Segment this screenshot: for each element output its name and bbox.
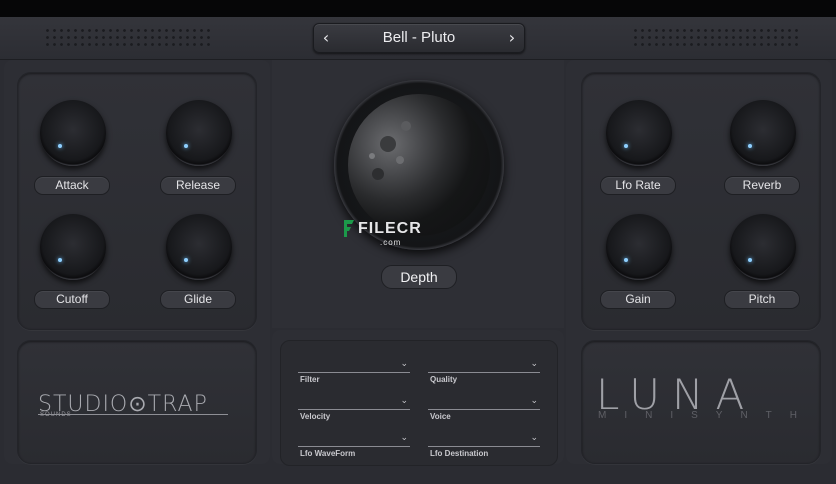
lfo-waveform-dropdown[interactable]: ⌄ Lfo WaveForm	[298, 427, 410, 458]
studio-trap-logo-sub: SOUNDS	[40, 412, 72, 418]
filter-label: Filter	[300, 375, 320, 384]
pitch-label: Pitch	[724, 290, 800, 309]
cutoff-label: Cutoff	[34, 290, 110, 309]
voice-label: Voice	[430, 412, 451, 421]
gain-control: Gain	[600, 214, 680, 309]
knob-indicator	[624, 258, 628, 262]
moon-crater-texture	[369, 121, 411, 180]
reverb-knob[interactable]	[730, 100, 796, 166]
attack-knob[interactable]	[40, 100, 106, 166]
voice-dropdown[interactable]: ⌄ Voice	[428, 390, 540, 421]
reverb-control: Reverb	[724, 100, 804, 195]
dropdown-underline	[298, 409, 410, 410]
release-control: Release	[160, 100, 240, 195]
attack-control: Attack	[34, 100, 114, 195]
chevron-down-icon: ⌄	[400, 396, 408, 406]
attack-label: Attack	[34, 176, 110, 195]
preset-name[interactable]: Bell - Pluto	[344, 24, 494, 52]
release-label: Release	[160, 176, 236, 195]
luna-minisynth-window: ‹ Bell - Pluto › Attack Release Cutoff G…	[0, 0, 836, 484]
preset-selector: ‹ Bell - Pluto ›	[313, 23, 525, 53]
knob-indicator	[748, 258, 752, 262]
cutoff-knob[interactable]	[40, 214, 106, 280]
watermark: FILECR .com	[358, 220, 422, 256]
lfo-destination-label: Lfo Destination	[430, 449, 489, 458]
watermark-sub: .com	[380, 238, 402, 247]
chevron-down-icon: ⌄	[530, 396, 538, 406]
filter-dropdown[interactable]: ⌄ Filter	[298, 353, 410, 384]
moon-image	[348, 94, 490, 236]
glide-control: Glide	[160, 214, 240, 309]
lfo-destination-dropdown[interactable]: ⌄ Lfo Destination	[428, 427, 540, 458]
lfo-rate-label: Lfo Rate	[600, 176, 676, 195]
knob-indicator	[624, 144, 628, 148]
depth-label: Depth	[381, 265, 457, 289]
lfo-waveform-label: Lfo WaveForm	[300, 449, 356, 458]
velocity-label: Velocity	[300, 412, 331, 421]
release-knob[interactable]	[166, 100, 232, 166]
gain-knob[interactable]	[606, 214, 672, 280]
filecr-logo-icon	[344, 220, 354, 237]
cutoff-control: Cutoff	[34, 214, 114, 309]
knob-indicator	[58, 258, 62, 262]
speaker-grille-left	[44, 27, 214, 49]
chevron-down-icon: ⌄	[530, 433, 538, 443]
quality-dropdown[interactable]: ⌄ Quality	[428, 353, 540, 384]
knob-indicator	[58, 144, 62, 148]
velocity-dropdown[interactable]: ⌄ Velocity	[298, 390, 410, 421]
gain-label: Gain	[600, 290, 676, 309]
knob-indicator	[184, 144, 188, 148]
logo-underline	[38, 414, 228, 415]
chevron-down-icon: ⌄	[400, 433, 408, 443]
chevron-down-icon: ⌄	[530, 359, 538, 369]
chevron-down-icon: ⌄	[400, 359, 408, 369]
dropdown-group: ⌄ Filter ⌄ Quality ⌄ Velocity ⌄ Voice ⌄ …	[280, 340, 558, 466]
reverb-label: Reverb	[724, 176, 800, 195]
top-strip	[0, 0, 836, 17]
dropdown-underline	[428, 372, 540, 373]
dropdown-underline	[428, 409, 540, 410]
watermark-text: FILECR	[358, 220, 422, 237]
pitch-control: Pitch	[724, 214, 804, 309]
dropdown-underline	[298, 372, 410, 373]
knob-indicator	[184, 258, 188, 262]
next-preset-button[interactable]: ›	[504, 28, 520, 48]
knob-indicator	[748, 144, 752, 148]
minisynth-subtitle: MINISYNTH	[598, 410, 815, 421]
speaker-grille-right	[632, 27, 802, 49]
pitch-knob[interactable]	[730, 214, 796, 280]
dropdown-underline	[298, 446, 410, 447]
dropdown-underline	[428, 446, 540, 447]
quality-label: Quality	[430, 375, 458, 384]
lfo-rate-knob[interactable]	[606, 100, 672, 166]
lfo-rate-control: Lfo Rate	[600, 100, 680, 195]
glide-knob[interactable]	[166, 214, 232, 280]
glide-label: Glide	[160, 290, 236, 309]
prev-preset-button[interactable]: ‹	[318, 28, 334, 48]
